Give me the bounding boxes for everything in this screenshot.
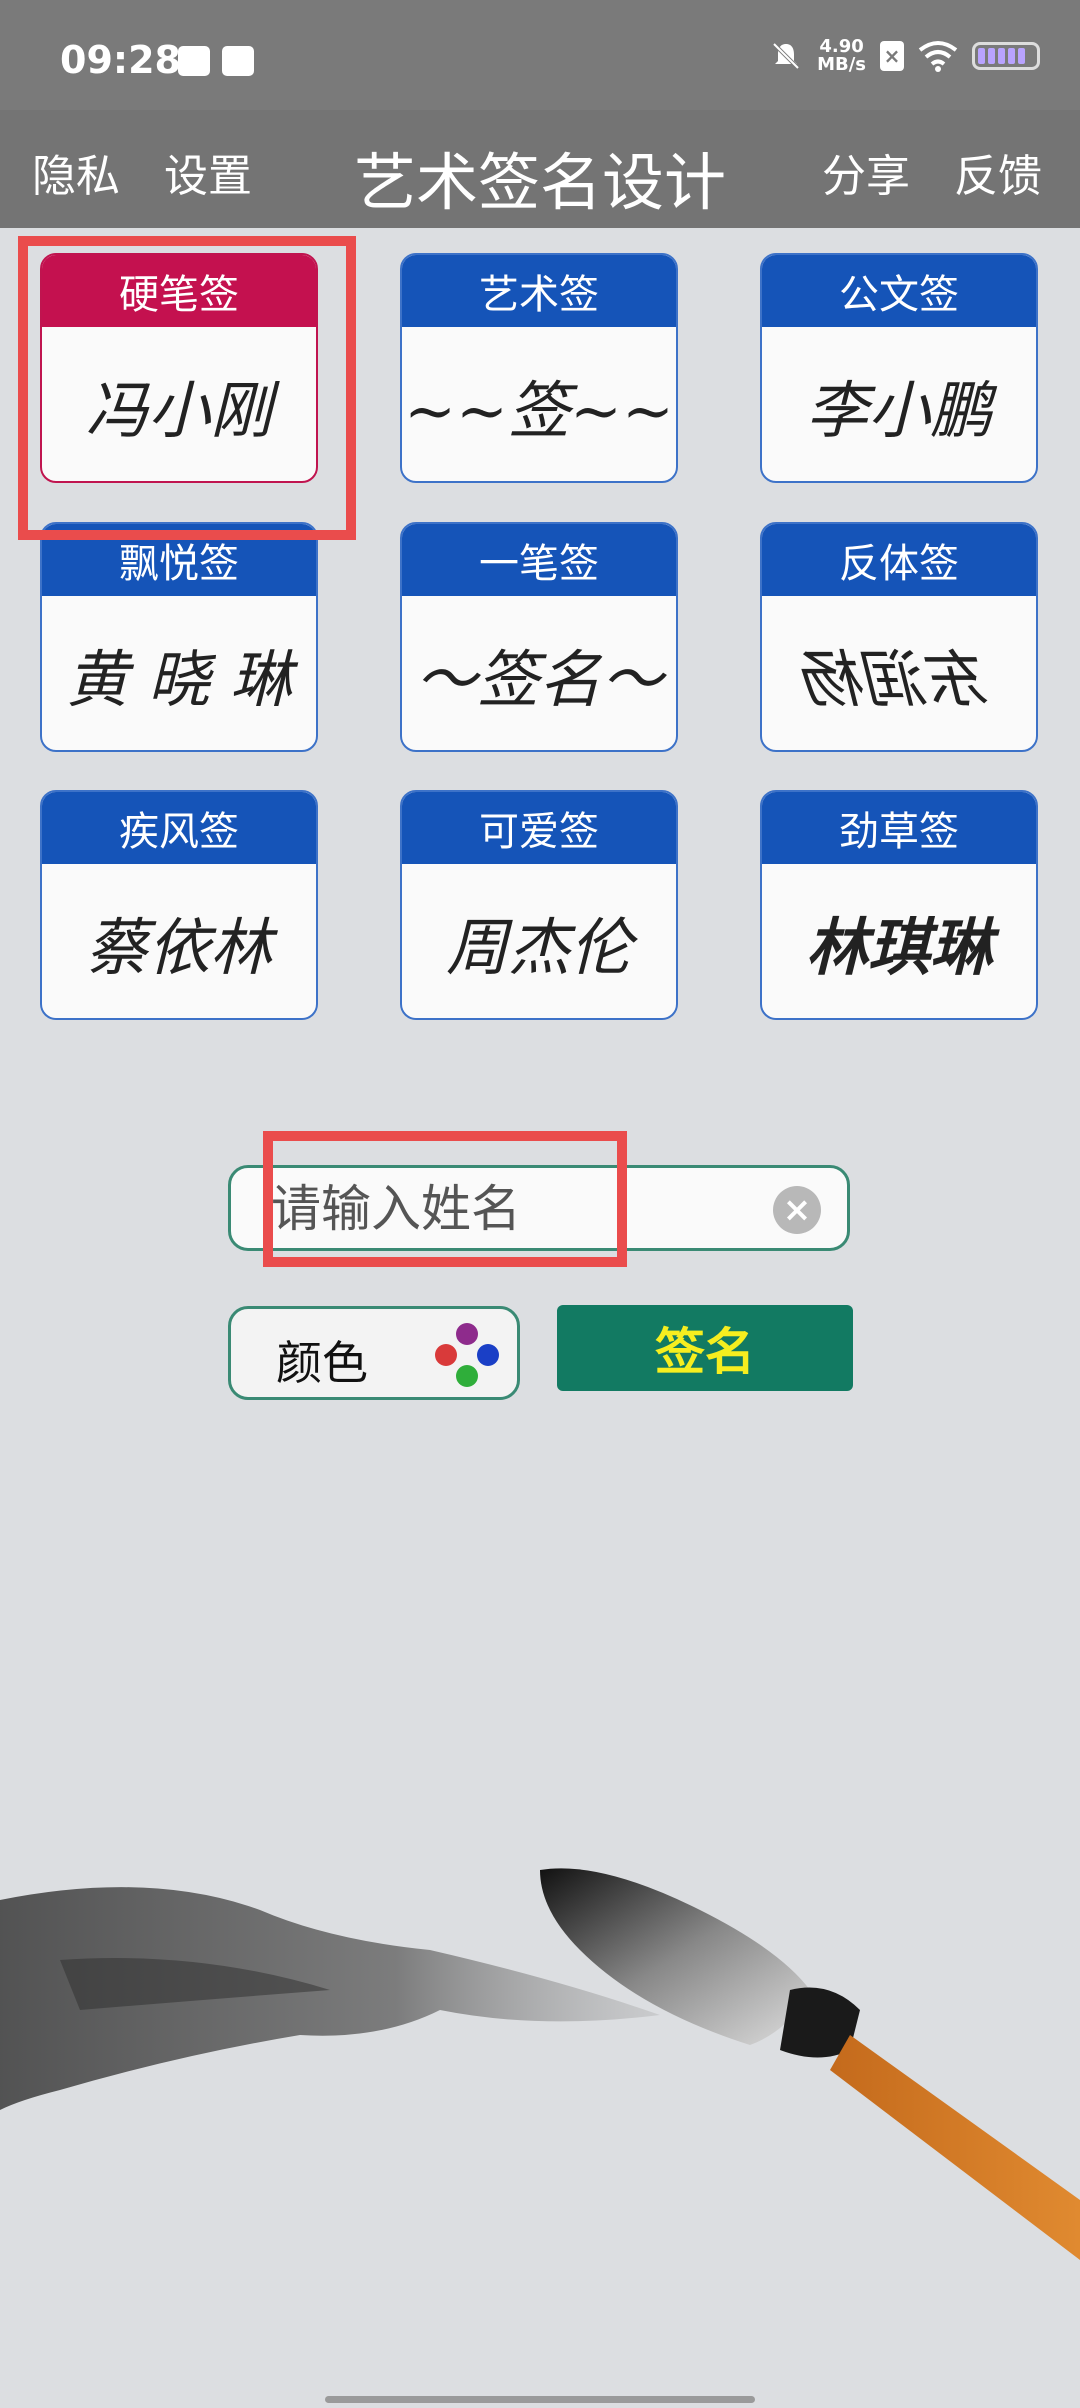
net-speed: 4.90 MB/s: [817, 38, 866, 74]
mail-icon: [222, 46, 254, 76]
signature-sample: 东润杨: [806, 643, 993, 716]
signature-sample: 黄 晓 琳: [66, 643, 292, 716]
signature-sample: ~~签~~: [404, 374, 674, 447]
sim-icon: ×: [880, 41, 904, 71]
style-card-label: 艺术签: [402, 255, 676, 327]
home-indicator[interactable]: [325, 2396, 755, 2403]
style-card-label: 劲草签: [762, 792, 1036, 864]
ink-brush-illustration: [0, 1868, 1080, 2260]
signature-sample: 林琪琳: [805, 911, 992, 984]
signature-sample: 周杰伦: [445, 911, 632, 984]
battery-icon: [972, 42, 1040, 70]
wifi-icon: [918, 41, 958, 72]
style-card-art[interactable]: 艺术签 ~~签~~: [400, 253, 678, 483]
color-button-label: 颜色: [276, 1336, 368, 1390]
highlight-selected-style: [18, 236, 356, 540]
mute-icon: [772, 42, 800, 70]
style-card-label: 疾风签: [42, 792, 316, 864]
highlight-name-input: [263, 1131, 627, 1267]
status-bar: 09:28 4.90 MB/s ×: [0, 0, 1080, 110]
app-title: 艺术签名设计: [353, 146, 726, 219]
share-button[interactable]: 分享: [822, 140, 910, 204]
color-button[interactable]: 颜色: [228, 1306, 520, 1400]
feedback-button[interactable]: 反馈: [954, 140, 1042, 204]
style-card-gale[interactable]: 疾风签 蔡依林: [40, 790, 318, 1020]
style-card-one-stroke[interactable]: 一笔签 ～签名～: [400, 522, 678, 752]
style-card-piaoyue[interactable]: 飘悦签 黄 晓 琳: [40, 522, 318, 752]
style-card-label: 一笔签: [402, 524, 676, 596]
net-speed-unit: MB/s: [817, 54, 866, 75]
status-time: 09:28: [60, 38, 181, 82]
style-card-official[interactable]: 公文签 李小鹏: [760, 253, 1038, 483]
sign-button[interactable]: 签名: [557, 1305, 853, 1391]
color-palette-icon: [435, 1323, 499, 1387]
signature-sample: 李小鹏: [805, 374, 992, 447]
style-card-reverse[interactable]: 反体签 东润杨: [760, 522, 1038, 752]
style-card-label: 可爱签: [402, 792, 676, 864]
style-card-label: 反体签: [762, 524, 1036, 596]
clear-input-icon[interactable]: ×: [773, 1186, 821, 1234]
signature-sample: ～签名～: [414, 643, 663, 716]
signature-sample: 蔡依林: [85, 911, 272, 984]
style-card-strong-grass[interactable]: 劲草签 林琪琳: [760, 790, 1038, 1020]
calendar-icon: [178, 46, 210, 76]
style-card-cute[interactable]: 可爱签 周杰伦: [400, 790, 678, 1020]
status-right: 4.90 MB/s ×: [769, 38, 1040, 74]
app-toolbar: 隐私 设置 艺术签名设计 分享 反馈: [0, 110, 1080, 228]
style-card-label: 公文签: [762, 255, 1036, 327]
sign-button-label: 签名: [655, 1323, 755, 1381]
